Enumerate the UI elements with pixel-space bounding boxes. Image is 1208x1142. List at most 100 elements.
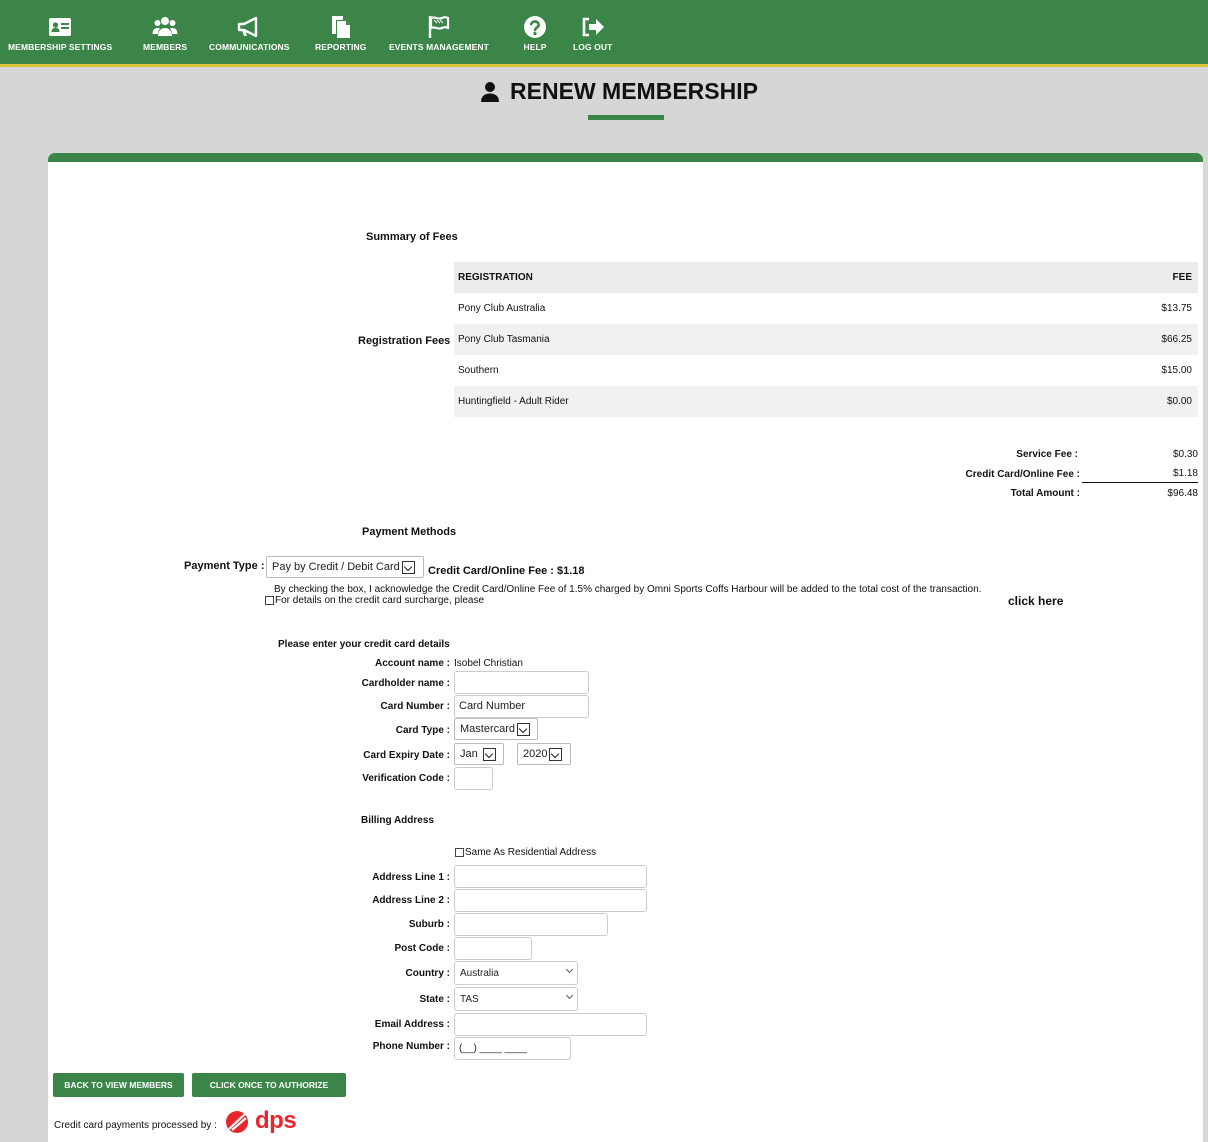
megaphone-icon	[238, 16, 258, 38]
address-line-2-input[interactable]	[454, 889, 647, 912]
total-divider	[1082, 482, 1198, 483]
nav-label: EVENTS MANAGEMENT	[389, 42, 489, 52]
user-icon	[481, 81, 500, 102]
nav-members[interactable]: MEMBERS	[143, 14, 187, 52]
page-header: RENEW MEMBERSHIP	[0, 78, 1208, 105]
payment-type-select[interactable]: Pay by Credit / Debit Card	[266, 556, 424, 578]
table-row: Huntingfield - Adult Rider $0.00	[454, 386, 1198, 417]
click-once-to-authorize-button[interactable]: CLICK ONCE TO AUTHORIZE	[192, 1073, 346, 1097]
nav-label: LOG OUT	[573, 42, 613, 52]
suburb-label: Suburb :	[408, 919, 450, 930]
card-type-value: Mastercard	[460, 723, 516, 735]
service-fee-label: Service Fee :	[1016, 449, 1078, 460]
payment-methods-heading: Payment Methods	[362, 526, 457, 538]
same-as-residential-label: Same As Residential Address	[465, 847, 597, 858]
page-title-row: RENEW MEMBERSHIP	[480, 78, 758, 105]
card-expiry-label: Card Expiry Date :	[363, 750, 450, 761]
same-as-residential-row: Same As Residential Address	[455, 847, 596, 858]
fee-amount: $13.75	[1161, 303, 1192, 314]
nav-events-management[interactable]: EVENTS MANAGEMENT	[389, 14, 489, 52]
fee-name: Huntingfield - Adult Rider	[458, 396, 569, 407]
users-icon	[152, 17, 178, 36]
nav-label: MEMBERSHIP SETTINGS	[8, 42, 113, 52]
country-select[interactable]: Australia	[454, 961, 578, 985]
fee-column-header: FEE	[1172, 272, 1192, 283]
cardholder-name-label: Cardholder name :	[361, 678, 450, 689]
total-amount-label: Total Amount :	[1010, 488, 1080, 499]
back-to-view-members-button[interactable]: BACK TO VIEW MEMBERS	[53, 1073, 184, 1097]
suburb-input[interactable]	[454, 913, 608, 936]
cardholder-name-input[interactable]	[454, 671, 589, 694]
payment-type-value: Pay by Credit / Debit Card	[272, 561, 400, 573]
fee-name: Southern	[458, 365, 499, 376]
registration-fees-label: Registration Fees :	[358, 335, 458, 347]
fee-amount: $66.25	[1161, 334, 1192, 345]
card-type-select[interactable]: Mastercard	[454, 718, 538, 740]
post-code-label: Post Code :	[394, 943, 450, 954]
state-label: State :	[419, 994, 450, 1005]
nav-label: HELP	[523, 42, 547, 52]
card-number-input[interactable]: Card Number	[454, 695, 589, 718]
expiry-month-value: Jan	[460, 748, 478, 760]
renew-form-panel: Summary of Fees Registration Fees : REGI…	[48, 153, 1203, 1142]
nav-membership-settings[interactable]: MEMBERSHIP SETTINGS	[8, 14, 112, 52]
nav-label: COMMUNICATIONS	[209, 42, 290, 52]
verification-code-label: Verification Code :	[362, 773, 450, 784]
chevron-down-icon	[565, 991, 574, 1000]
expiry-year-value: 2020	[523, 748, 548, 760]
payment-type-label: Payment Type :	[184, 560, 265, 572]
total-amount-value: $96.48	[1167, 488, 1198, 499]
surcharge-ack-checkbox[interactable]	[265, 596, 274, 605]
chevron-down-icon	[565, 965, 574, 974]
fees-table: REGISTRATION FEE Pony Club Australia $13…	[454, 262, 1198, 417]
fee-name: Pony Club Tasmania	[458, 334, 550, 345]
address-line-2-label: Address Line 2 :	[372, 895, 450, 906]
state-value: TAS	[460, 993, 479, 1005]
summary-of-fees-heading: Summary of Fees	[366, 231, 458, 243]
nav-reporting[interactable]: REPORTING	[315, 14, 366, 52]
fee-amount: $0.00	[1166, 396, 1192, 407]
table-row: Pony Club Tasmania $66.25	[454, 324, 1198, 355]
dps-logo: dps	[223, 1107, 297, 1134]
flag-icon	[428, 16, 450, 38]
address-line-1-label: Address Line 1 :	[372, 872, 450, 883]
country-label: Country :	[405, 968, 450, 979]
expiry-month-select[interactable]: Jan	[454, 743, 504, 765]
nav-log-out[interactable]: LOG OUT	[573, 14, 612, 52]
cc-fee-value: $1.18	[1172, 468, 1198, 479]
nav-help[interactable]: HELP	[522, 14, 548, 52]
service-fee-value: $0.30	[1172, 449, 1198, 460]
state-select[interactable]: TAS	[454, 987, 578, 1011]
chevron-down-icon	[517, 722, 531, 736]
dps-swoosh-icon	[226, 1111, 248, 1133]
same-as-residential-checkbox[interactable]	[455, 848, 464, 857]
click-here-link[interactable]: click here	[1008, 594, 1063, 608]
chevron-down-icon	[482, 747, 496, 761]
phone-number-input[interactable]: (__) ____ ____	[454, 1037, 571, 1060]
fee-amount: $15.00	[1161, 365, 1192, 376]
table-row: Southern $15.00	[454, 355, 1198, 386]
card-number-label: Card Number :	[380, 701, 450, 712]
address-line-1-input[interactable]	[454, 865, 647, 888]
country-value: Australia	[460, 967, 499, 979]
billing-address-heading: Billing Address	[361, 815, 434, 826]
fees-table-header: REGISTRATION FEE	[454, 262, 1198, 293]
account-name-value: Isobel Christian	[454, 658, 523, 669]
chevron-down-icon	[549, 747, 563, 761]
surcharge-ack-row: For details on the credit card surcharge…	[265, 595, 484, 606]
documents-icon	[331, 16, 350, 38]
email-address-input[interactable]	[454, 1013, 647, 1036]
expiry-year-select[interactable]: 2020	[517, 743, 571, 765]
nav-communications[interactable]: COMMUNICATIONS	[209, 14, 290, 52]
payment-fee-note: Credit Card/Online Fee : $1.18	[428, 565, 585, 577]
acknowledge-text: By checking the box, I acknowledge the C…	[274, 584, 982, 595]
table-row: Pony Club Australia $13.75	[454, 293, 1198, 324]
card-type-label: Card Type :	[395, 725, 450, 736]
verification-code-input[interactable]	[454, 767, 493, 790]
page-title: RENEW MEMBERSHIP	[510, 78, 758, 104]
post-code-input[interactable]	[454, 937, 532, 960]
fee-name: Pony Club Australia	[458, 303, 546, 314]
cc-fee-label: Credit Card/Online Fee :	[965, 469, 1080, 480]
dps-logo-text: dps	[255, 1107, 297, 1134]
phone-number-label: Phone Number :	[372, 1041, 450, 1052]
